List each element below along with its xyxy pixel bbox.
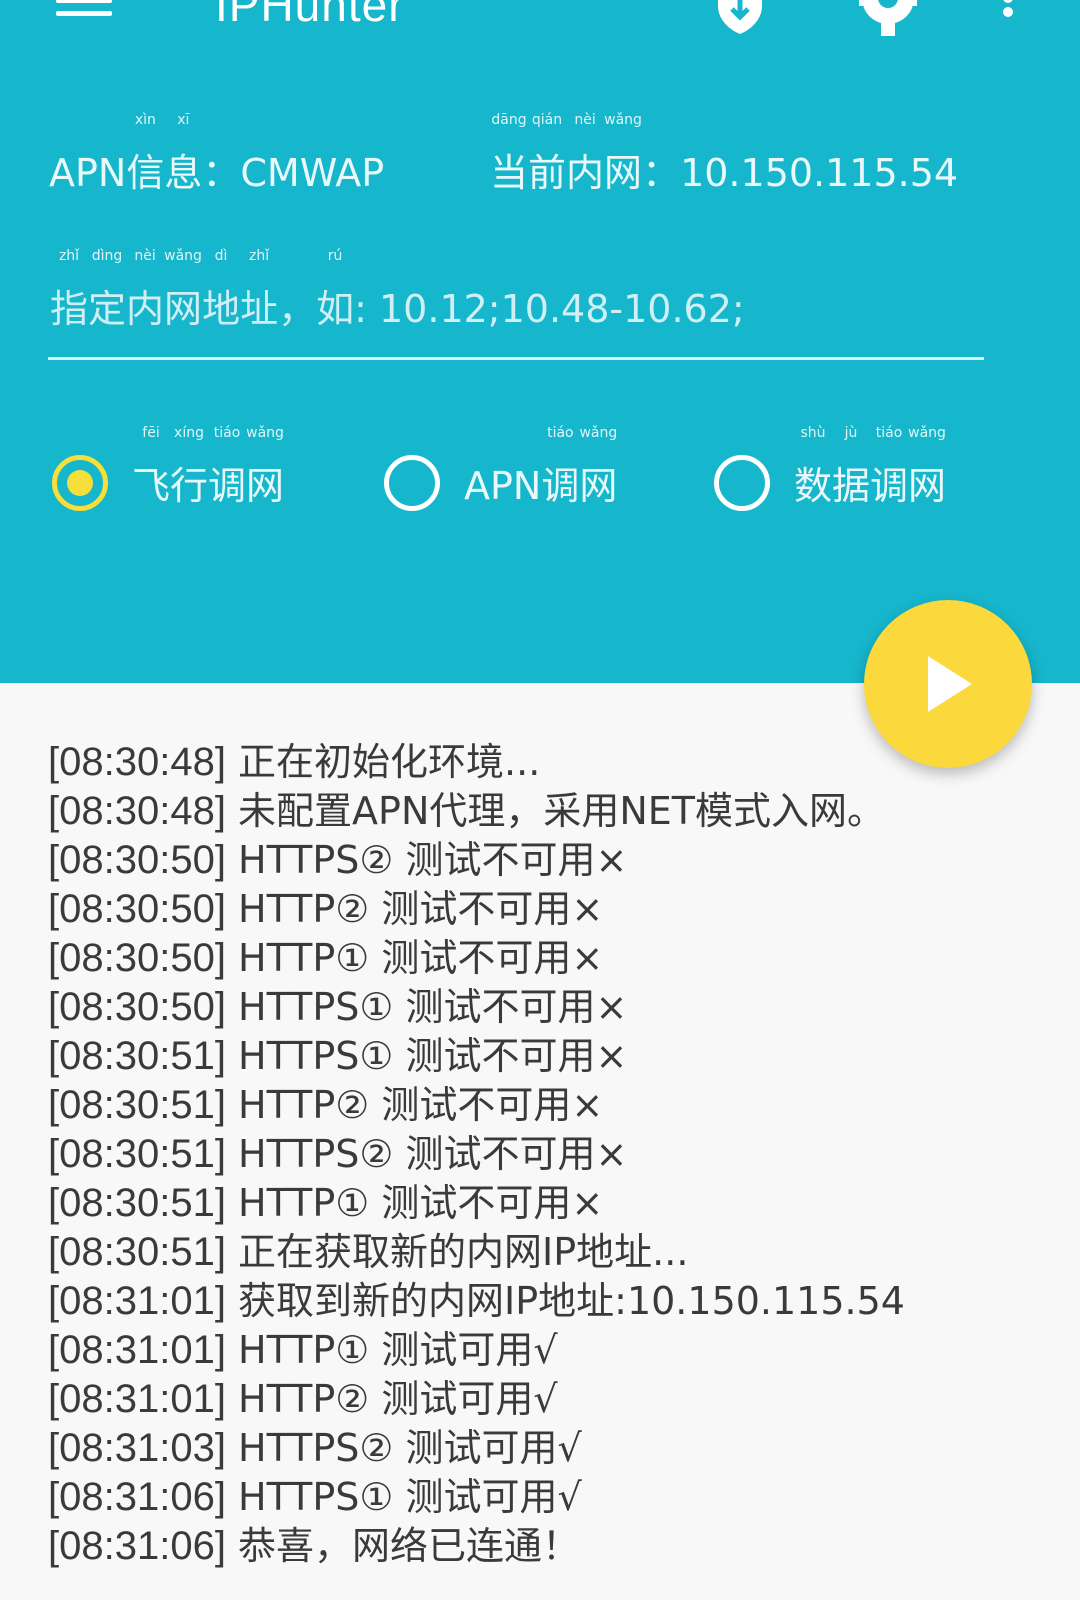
current-net-label: dāng 当 qián 前 nèi 内 wǎng 网： bbox=[490, 112, 681, 195]
toolbar: IPHunter bbox=[0, 0, 1080, 40]
log-time: [08:30:48] bbox=[48, 740, 226, 784]
log-time: [08:31:03] bbox=[48, 1426, 226, 1470]
log-time: [08:30:48] bbox=[48, 789, 226, 833]
mode-radio-group: fēi 飞 xíng 行 tiáo 调 wǎng 网 APN tiáo 调 wǎng 网 shù 数 jù… bbox=[0, 425, 1080, 525]
log-line: [08:30:50] HTTP① 测试不可用× bbox=[48, 934, 1068, 983]
log-line: [08:31:01] HTTP② 测试可用√ bbox=[48, 1375, 1068, 1424]
radio-label-data: shù 数 jù 据 tiáo 调 wǎng 网 bbox=[794, 425, 947, 508]
log-time: [08:31:01] bbox=[48, 1377, 226, 1421]
log-message: 恭喜，网络已连通！ bbox=[238, 1524, 581, 1568]
log-message: HTTPS① 测试可用√ bbox=[238, 1475, 582, 1519]
radio-unchecked-icon bbox=[384, 455, 440, 511]
log-line: [08:30:50] HTTPS② 测试不可用× bbox=[48, 836, 1068, 885]
current-net-value: 10.150.115.54 bbox=[680, 151, 959, 195]
header-panel: IPHunter APN xìn 信 xī 息：CMWAP dāng 当 qián 前 nèi 内… bbox=[0, 0, 1080, 683]
log-message: 正在获取新的内网IP地址... bbox=[238, 1230, 689, 1274]
play-icon bbox=[928, 656, 972, 712]
radio-apn-mode[interactable]: APN tiáo 调 wǎng 网 bbox=[384, 425, 644, 525]
log-time: [08:30:51] bbox=[48, 1083, 226, 1127]
log-time: [08:30:51] bbox=[48, 1230, 226, 1274]
apn-label: APN xìn 信 xī 息： bbox=[49, 112, 241, 195]
log-line: [08:31:01] HTTP① 测试可用√ bbox=[48, 1326, 1068, 1375]
log-message: HTTP② 测试不可用× bbox=[238, 887, 604, 931]
more-vert-icon[interactable] bbox=[996, 0, 1020, 30]
radio-checked-icon bbox=[52, 455, 108, 511]
log-line: [08:31:01] 获取到新的内网IP地址:10.150.115.54 bbox=[48, 1277, 1068, 1326]
log-message: HTTP② 测试不可用× bbox=[238, 1083, 604, 1127]
gear-icon[interactable] bbox=[857, 0, 919, 36]
radio-unchecked-icon bbox=[714, 455, 770, 511]
log-time: [08:30:51] bbox=[48, 1132, 226, 1176]
log-message: 正在初始化环境... bbox=[238, 740, 541, 784]
address-placeholder: zhǐ 指 dìng 定 nèi 内 wǎng 网 dì 地 zhǐ 址， rú 如: 10.12;10.… bbox=[50, 248, 745, 331]
app-title: IPHunter bbox=[215, 0, 405, 31]
log-line: [08:31:03] HTTPS② 测试可用√ bbox=[48, 1424, 1068, 1473]
log-line: [08:31:06] 恭喜，网络已连通！ bbox=[48, 1522, 1068, 1571]
log-time: [08:30:50] bbox=[48, 985, 226, 1029]
log-message: HTTPS② 测试不可用× bbox=[238, 838, 628, 882]
radio-label-flight: fēi 飞 xíng 行 tiáo 调 wǎng 网 bbox=[132, 425, 285, 508]
log-time: [08:31:06] bbox=[48, 1524, 226, 1568]
log-message: HTTP① 测试可用√ bbox=[238, 1328, 558, 1372]
log-time: [08:30:50] bbox=[48, 936, 226, 980]
log-message: 未配置APN代理，采用NET模式入网。 bbox=[238, 789, 886, 833]
log-message: HTTPS② 测试不可用× bbox=[238, 1132, 628, 1176]
radio-label-apn: APN tiáo 调 wǎng 网 bbox=[464, 425, 618, 508]
log-line: [08:30:51] HTTP② 测试不可用× bbox=[48, 1081, 1068, 1130]
address-input[interactable]: zhǐ 指 dìng 定 nèi 内 wǎng 网 dì 地 zhǐ 址， rú 如: 10.12;10.… bbox=[48, 248, 984, 360]
shield-icon[interactable] bbox=[712, 0, 768, 34]
log-line: [08:30:48] 未配置APN代理，采用NET模式入网。 bbox=[48, 787, 1068, 836]
log-time: [08:30:50] bbox=[48, 887, 226, 931]
log-line: [08:30:50] HTTPS① 测试不可用× bbox=[48, 983, 1068, 1032]
apn-value: CMWAP bbox=[240, 151, 385, 195]
log-line: [08:30:48] 正在初始化环境... bbox=[48, 738, 1068, 787]
log-time: [08:31:01] bbox=[48, 1328, 226, 1372]
log-line: [08:30:51] HTTPS① 测试不可用× bbox=[48, 1032, 1068, 1081]
log-message: 获取到新的内网IP地址:10.150.115.54 bbox=[238, 1279, 905, 1323]
log-line: [08:31:06] HTTPS① 测试可用√ bbox=[48, 1473, 1068, 1522]
log-message: HTTPS① 测试不可用× bbox=[238, 985, 628, 1029]
log-time: [08:30:50] bbox=[48, 838, 226, 882]
log-message: HTTPS② 测试可用√ bbox=[238, 1426, 582, 1470]
radio-flight-mode[interactable]: fēi 飞 xíng 行 tiáo 调 wǎng 网 bbox=[52, 425, 312, 525]
log-line: [08:30:51] HTTP① 测试不可用× bbox=[48, 1179, 1068, 1228]
log-time: [08:30:51] bbox=[48, 1034, 226, 1078]
log-line: [08:30:51] HTTPS② 测试不可用× bbox=[48, 1130, 1068, 1179]
log-time: [08:30:51] bbox=[48, 1181, 226, 1225]
log-message: HTTP① 测试不可用× bbox=[238, 936, 604, 980]
log-time: [08:31:06] bbox=[48, 1475, 226, 1519]
log-line: [08:30:51] 正在获取新的内网IP地址... bbox=[48, 1228, 1068, 1277]
log-message: HTTP② 测试可用√ bbox=[238, 1377, 558, 1421]
log-message: HTTPS① 测试不可用× bbox=[238, 1034, 628, 1078]
log-message: HTTP① 测试不可用× bbox=[238, 1181, 604, 1225]
log-line: [08:30:50] HTTP② 测试不可用× bbox=[48, 885, 1068, 934]
current-network-info: dāng 当 qián 前 nèi 内 wǎng 网：10.150.115.54 bbox=[490, 112, 959, 197]
apn-info: APN xìn 信 xī 息：CMWAP bbox=[49, 112, 385, 197]
radio-data-mode[interactable]: shù 数 jù 据 tiáo 调 wǎng 网 bbox=[714, 425, 974, 525]
menu-icon[interactable] bbox=[56, 0, 112, 18]
log-time: [08:31:01] bbox=[48, 1279, 226, 1323]
input-underline bbox=[48, 357, 984, 360]
log-list: [08:30:48] 正在初始化环境... [08:30:48] 未配置APN代… bbox=[48, 738, 1068, 1571]
